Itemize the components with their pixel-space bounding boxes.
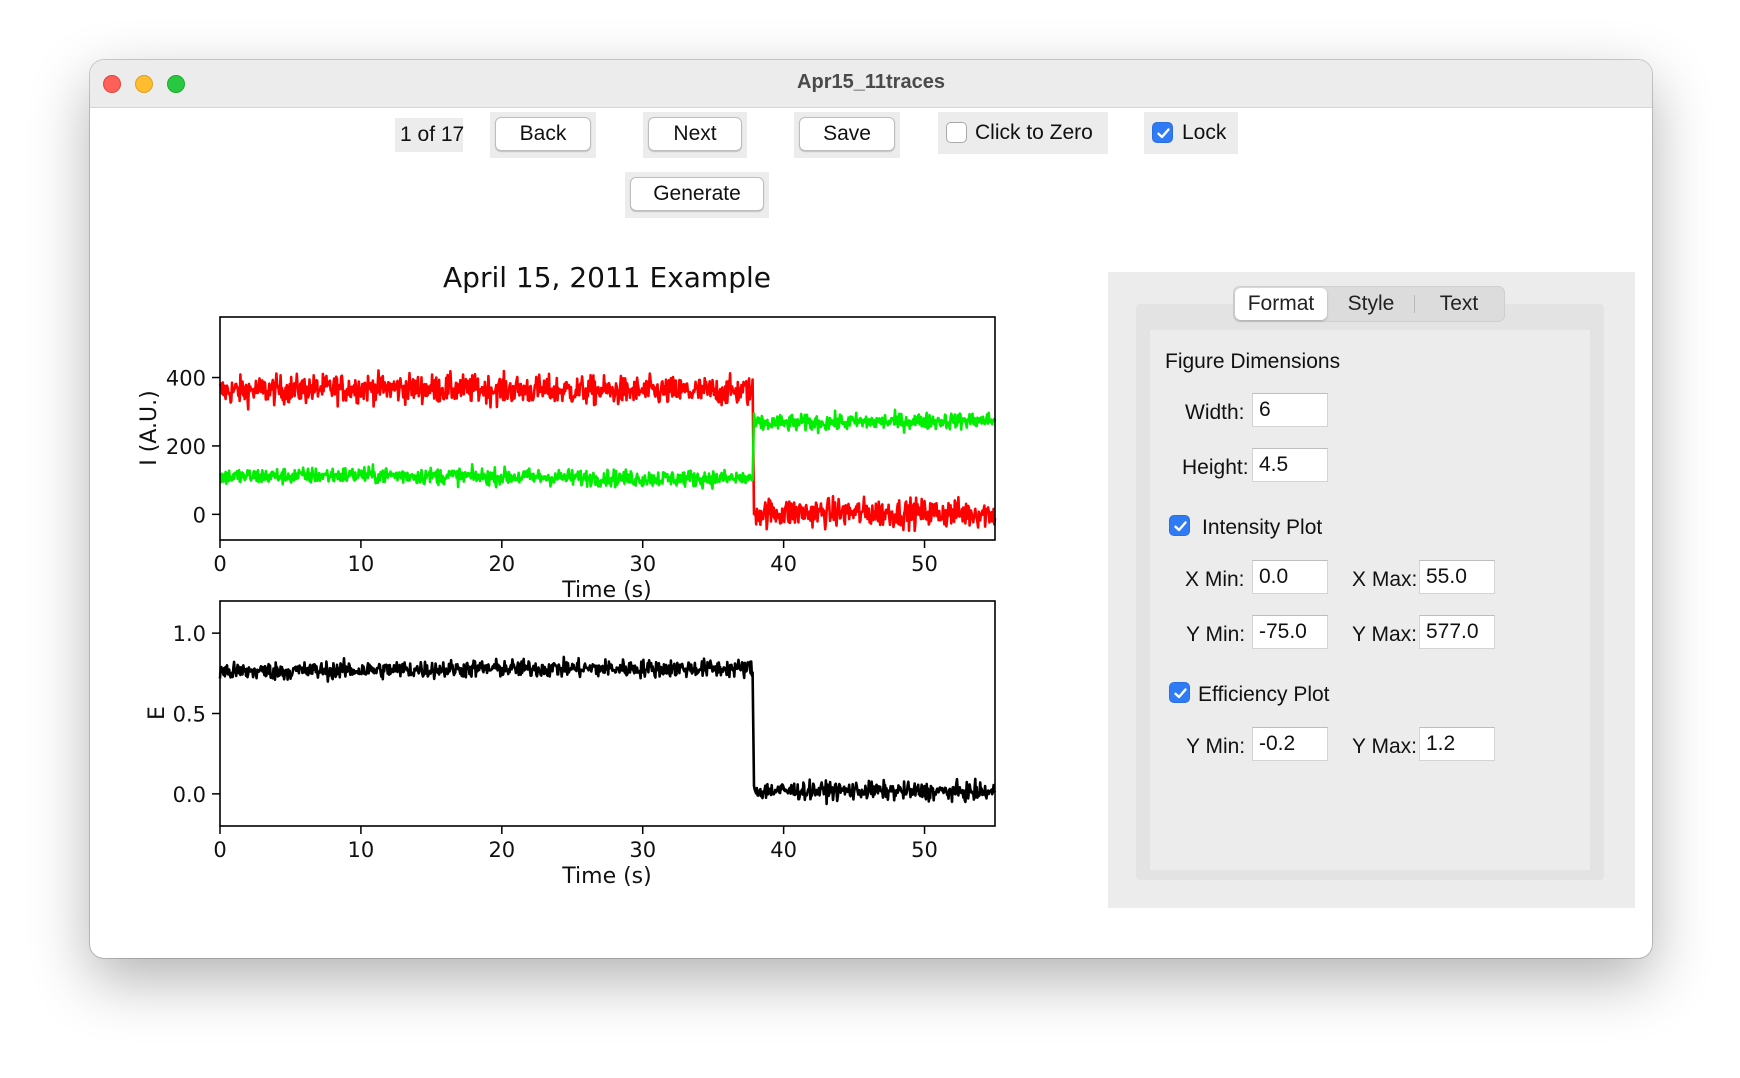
lock-checkbox[interactable] xyxy=(1152,122,1173,143)
back-button[interactable]: Back xyxy=(495,117,591,151)
notebook xyxy=(1136,304,1604,880)
click-to-zero-frame[interactable]: Click to Zero xyxy=(938,112,1108,154)
figure-dimensions-heading: Figure Dimensions xyxy=(1165,350,1341,373)
height-label: Height: xyxy=(1182,456,1249,479)
x-tick-label: 30 xyxy=(629,838,656,862)
efficiency-y-min-field[interactable]: -0.2 xyxy=(1252,727,1328,761)
intensity-series-group xyxy=(218,369,997,533)
lock-label: Lock xyxy=(1182,121,1227,144)
series-line-2 xyxy=(218,408,997,490)
width-label: Width: xyxy=(1185,401,1245,424)
checkmark-icon xyxy=(1174,688,1187,699)
lock-frame[interactable]: Lock xyxy=(1144,112,1238,154)
y-axis-label: E xyxy=(145,706,170,720)
x-max-label: X Max: xyxy=(1352,568,1418,591)
chart-title: April 15, 2011 Example xyxy=(443,261,771,294)
intensity-plot-checkbox[interactable] xyxy=(1169,515,1190,536)
tab-text[interactable]: Text xyxy=(1415,286,1503,322)
y-max-field[interactable]: 577.0 xyxy=(1419,615,1495,649)
x-tick-label: 50 xyxy=(911,838,938,862)
intensity-plot-label: Intensity Plot xyxy=(1202,516,1323,539)
x-tick-label: 40 xyxy=(770,838,797,862)
y-tick-label: 400 xyxy=(166,367,206,391)
efficiency-plot-checkbox[interactable] xyxy=(1169,682,1190,703)
tab-bar: Format Style Text xyxy=(1233,286,1505,322)
y-tick-label: 1.0 xyxy=(173,622,206,646)
page-indicator-frame: 1 of 17 xyxy=(395,118,465,152)
y-tick-label: 0 xyxy=(193,503,206,527)
y-tick-label: 200 xyxy=(166,435,206,459)
x-min-label: X Min: xyxy=(1185,568,1245,591)
click-to-zero-checkbox[interactable] xyxy=(946,122,967,143)
x-tick-label: 10 xyxy=(348,838,375,862)
x-tick-label: 10 xyxy=(348,552,375,576)
app-window: Apr15_11traces 1 of 17 Back Next Save Cl… xyxy=(90,60,1652,958)
x-min-field[interactable]: 0.0 xyxy=(1252,560,1328,594)
x-tick-label: 20 xyxy=(488,838,515,862)
checkmark-icon xyxy=(1174,521,1187,532)
y-tick-label: 0.5 xyxy=(173,703,206,727)
checkmark-icon xyxy=(1157,128,1170,139)
generate-button[interactable]: Generate xyxy=(630,177,764,211)
y-min-field[interactable]: -75.0 xyxy=(1252,615,1328,649)
x-tick-label: 30 xyxy=(629,552,656,576)
save-button[interactable]: Save xyxy=(799,117,895,151)
y-max-label: Y Max: xyxy=(1352,623,1417,646)
y-tick-label: 0.0 xyxy=(173,783,206,807)
series-line-1 xyxy=(218,655,997,806)
click-to-zero-label: Click to Zero xyxy=(975,121,1093,144)
x-max-field[interactable]: 55.0 xyxy=(1419,560,1495,594)
efficiency-y-max-label: Y Max: xyxy=(1352,735,1417,758)
efficiency-series-group xyxy=(218,655,997,806)
x-axis-label: Time (s) xyxy=(561,864,651,889)
series-line-1 xyxy=(218,369,997,533)
title-bar: Apr15_11traces xyxy=(90,60,1652,108)
efficiency-y-min-label: Y Min: xyxy=(1186,735,1246,758)
height-field[interactable]: 4.5 xyxy=(1252,448,1328,482)
width-field[interactable]: 6 xyxy=(1252,393,1328,427)
x-tick-label: 0 xyxy=(213,838,226,862)
efficiency-y-max-field[interactable]: 1.2 xyxy=(1419,727,1495,761)
tab-style[interactable]: Style xyxy=(1329,286,1413,322)
x-tick-label: 20 xyxy=(488,552,515,576)
efficiency-chart: 0 10 20 30 40 50 0.0 0.5 1.0 Time (s) E xyxy=(145,600,997,889)
x-tick-label: 0 xyxy=(213,552,226,576)
efficiency-plot-label: Efficiency Plot xyxy=(1198,683,1330,706)
next-button[interactable]: Next xyxy=(648,117,742,151)
x-tick-label: 40 xyxy=(770,552,797,576)
window-title: Apr15_11traces xyxy=(797,71,945,93)
y-min-label: Y Min: xyxy=(1186,623,1246,646)
tab-format[interactable]: Format xyxy=(1235,288,1327,320)
page-indicator: 1 of 17 xyxy=(400,123,465,146)
x-tick-label: 50 xyxy=(911,552,938,576)
y-axis-label: I (A.U.) xyxy=(137,390,162,465)
